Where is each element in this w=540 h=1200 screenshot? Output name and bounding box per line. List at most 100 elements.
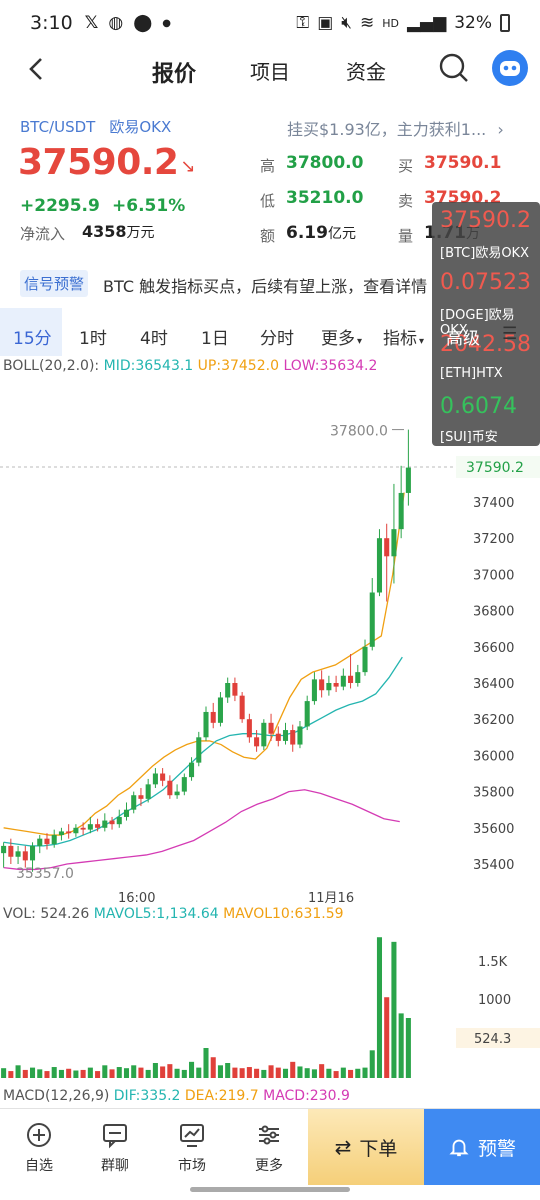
candle-body xyxy=(189,762,195,778)
change-value: +2295.9 xyxy=(20,196,100,216)
period-indicator[interactable]: 指标 ▾ xyxy=(383,324,424,349)
candle-body xyxy=(152,773,158,785)
bottom-more[interactable]: 更多 xyxy=(234,1109,304,1185)
volume-bar xyxy=(275,1067,281,1078)
place-order-button[interactable]: ⇄ 下单 xyxy=(308,1109,424,1185)
avatar-robot-icon[interactable] xyxy=(492,50,528,86)
candle-body xyxy=(232,683,238,696)
candle-body xyxy=(369,592,375,647)
volume-bar xyxy=(405,1018,411,1078)
volume-chart[interactable]: 1.5K 1000 524.3 xyxy=(0,922,540,1082)
volume-bar xyxy=(51,1067,57,1078)
period-4h[interactable]: 4时 xyxy=(140,324,168,349)
price-tick-label: 36600 xyxy=(473,641,514,656)
candle-body xyxy=(304,701,310,727)
candle-body xyxy=(362,646,368,673)
period-indicator-label: 指标 xyxy=(383,329,417,349)
candle-body xyxy=(384,538,390,557)
volume-bar xyxy=(181,1069,187,1078)
tab-funds[interactable]: 资金 xyxy=(346,56,386,85)
volume-bar xyxy=(29,1067,36,1078)
macd-legend: MACD(12,26,9) DIF:335.2 DEA:219.7 MACD:2… xyxy=(3,1088,350,1104)
volume-bar xyxy=(355,1068,361,1078)
top-note-text: 挂买$1.93亿，主力获利1... xyxy=(287,120,487,139)
volume-tick-label: 1.5K xyxy=(478,955,508,970)
place-order-label: 下单 xyxy=(359,1137,398,1160)
period-1h[interactable]: 1时 xyxy=(79,324,107,349)
price-alert-button[interactable]: 预警 xyxy=(424,1109,540,1185)
boll-low: LOW:35634.2 xyxy=(283,358,378,374)
volume-bar xyxy=(210,1057,216,1078)
settings-lines-icon[interactable]: ☰ xyxy=(502,324,517,344)
bottom-chat-label: 群聊 xyxy=(101,1158,129,1174)
volume-bar xyxy=(174,1068,180,1078)
volume-bar xyxy=(145,1069,151,1078)
volume-bar xyxy=(268,1065,274,1078)
search-icon[interactable] xyxy=(438,52,470,84)
bottom-market[interactable]: 市场 xyxy=(157,1109,227,1185)
period-15m[interactable]: 15分 xyxy=(13,324,52,349)
signal-tag: 信号预警 xyxy=(20,270,89,297)
boll-up-line xyxy=(3,492,405,836)
volume-bar xyxy=(116,1067,122,1078)
candle-body xyxy=(145,784,151,799)
candles xyxy=(1,429,411,872)
pair-label: BTC/USDT 欧易OKX xyxy=(20,116,171,137)
bell-icon xyxy=(449,1139,469,1157)
candle-body xyxy=(326,683,332,691)
candle-body xyxy=(95,824,101,828)
volume-bar xyxy=(217,1065,223,1078)
volume-bar xyxy=(87,1067,93,1078)
top-note[interactable]: 挂买$1.93亿，主力获利1... › xyxy=(287,116,504,140)
netflow-unit: 万元 xyxy=(126,225,155,241)
buy-label: 买 xyxy=(398,157,414,175)
period-more-label: 更多 xyxy=(321,329,355,349)
tab-project[interactable]: 项目 xyxy=(250,56,290,85)
bottom-watchlist[interactable]: 自选 xyxy=(4,1109,74,1185)
back-arrow-icon[interactable] xyxy=(22,54,52,84)
battery-saver-icon: ▣ xyxy=(317,13,334,33)
bottom-chat[interactable]: 群聊 xyxy=(80,1109,150,1185)
volume-bar xyxy=(369,1050,375,1078)
tab-quote[interactable]: 报价 xyxy=(152,56,196,88)
macd-name: MACD(12,26,9) xyxy=(3,1088,110,1104)
candle-body xyxy=(391,529,397,557)
candle-body xyxy=(376,538,383,593)
network-type: HD xyxy=(382,16,399,30)
price-tick-label: 35800 xyxy=(473,786,514,801)
candle-body xyxy=(131,795,137,810)
price-axis: 37400 37200 37000 36800 36600 36400 36200 36000… xyxy=(473,496,514,873)
candlestick-chart[interactable]: 37400 37200 37000 36800 36600 36400 36200 36000… xyxy=(0,376,540,906)
volume-bar xyxy=(398,1013,404,1078)
price-tick-label: 37200 xyxy=(473,532,514,547)
candle-body xyxy=(261,722,267,747)
candle-body xyxy=(160,773,166,781)
bottom-more-label: 更多 xyxy=(255,1158,283,1174)
volume-bar xyxy=(239,1068,245,1078)
volume-bar xyxy=(58,1069,64,1078)
volume-bar xyxy=(319,1064,325,1078)
battery-text: 32% xyxy=(454,13,492,33)
candle-body xyxy=(138,795,144,799)
price-tick-label: 36400 xyxy=(473,677,514,692)
candle-body xyxy=(210,711,216,723)
period-advanced[interactable]: 高级 xyxy=(446,324,480,349)
period-timeshare[interactable]: 分时 xyxy=(260,324,294,349)
candle-body xyxy=(29,845,36,861)
time-tick-label: 16:00 xyxy=(118,891,155,906)
volume-bar xyxy=(246,1067,252,1078)
chevron-right-icon: › xyxy=(497,120,504,139)
candle-body xyxy=(87,824,93,830)
candle-body xyxy=(15,851,21,857)
period-more[interactable]: 更多 ▾ xyxy=(321,324,362,349)
candle-body xyxy=(73,827,79,834)
period-1d[interactable]: 1日 xyxy=(201,324,229,349)
price-tick-label: 37400 xyxy=(473,496,514,511)
candle-body xyxy=(167,780,173,796)
boll-up: UP:37452.0 xyxy=(197,358,279,374)
candle-body xyxy=(196,737,202,763)
price-tick-label: 35400 xyxy=(473,858,514,873)
high-label: 高 xyxy=(260,157,276,175)
volume-bar xyxy=(8,1071,14,1078)
home-indicator xyxy=(190,1187,350,1192)
